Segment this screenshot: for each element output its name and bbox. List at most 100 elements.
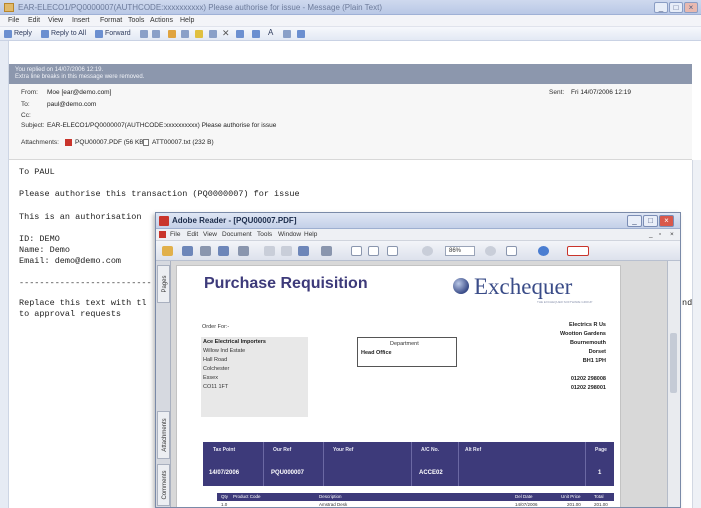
zoom-out-icon[interactable] [422,246,433,256]
reader-menu-tools[interactable]: Tools [257,231,272,238]
reply-all-button[interactable]: Reply to All [51,30,86,37]
address-line: Colchester [203,366,230,372]
reader-menu-help[interactable]: Help [304,231,317,238]
flag-icon[interactable] [168,30,176,38]
supplier-address: Electrics R Us Wootton Gardens Bournemou… [560,321,606,393]
reader-menu-window[interactable]: Window [278,231,301,238]
print-icon[interactable] [140,30,148,38]
hand-tool-icon[interactable] [264,246,275,256]
reader-minimize-button[interactable]: _ [627,215,642,227]
reply-icon [4,30,12,38]
from-label: From: [21,89,38,96]
doc-close-button[interactable]: × [670,231,674,238]
reader-menu-file[interactable]: File [170,231,180,238]
supplier-fax: 01202 298001 [570,385,606,391]
close-button[interactable]: × [684,2,698,13]
delete-icon[interactable]: ✕ [222,28,230,39]
message-header: From: Moe [ear@demo.com] Sent: Fri 14/07… [9,84,692,160]
actual-size-icon[interactable] [351,246,362,256]
menu-actions[interactable]: Actions [150,17,173,24]
forward-icon [95,30,103,38]
ref-divider [323,442,324,486]
supplier-line: Bournemouth [569,340,606,346]
attachment-txt[interactable]: ATT00007.txt (232 B) [152,139,214,146]
help-icon[interactable] [297,30,305,38]
navigation-pane: Pages Attachments Comments [156,261,171,507]
reader-scroll-thumb[interactable] [670,333,677,393]
save-icon[interactable] [152,30,160,38]
font-size-icon[interactable]: A [268,28,273,37]
ref-header-page: Page [595,447,607,453]
reader-maximize-button[interactable]: □ [643,215,658,227]
attachments-tab[interactable]: Attachments [157,411,170,459]
zoom-in-icon[interactable] [485,246,496,256]
document-title: Purchase Requisition [204,275,368,292]
zoom-level-field[interactable]: 86% [445,246,475,256]
menu-tools[interactable]: Tools [128,17,144,24]
attachment-pdf[interactable]: PQU00007.PDF (56 KB); [75,139,148,146]
to-label: To: [21,101,30,108]
logo-tagline: THE EXCHEQUER SOFTWARE GROUP [537,300,593,304]
minimize-button[interactable]: _ [654,2,668,13]
ref-divider [458,442,459,486]
move-icon[interactable] [209,30,217,38]
message-scrollbar[interactable] [692,160,701,508]
from-value[interactable]: Moe [ear@demo.com] [47,89,111,96]
menu-format[interactable]: Format [100,17,122,24]
item-qty: 1.0 [221,502,228,507]
body-request: Please authorise this transaction (PQ000… [19,189,300,199]
document-icon [159,231,166,238]
ref-page: 1 [598,470,602,476]
fit-width-icon[interactable] [387,246,398,256]
category-icon[interactable] [195,30,203,38]
fit-page-icon[interactable] [368,246,379,256]
maximize-button[interactable]: □ [669,2,683,13]
to-value[interactable]: paul@demo.com [47,101,96,108]
supplier-phone: 01202 298008 [570,376,606,382]
doc-restore-button[interactable]: ▫ [659,231,661,238]
info-bar[interactable]: You replied on 14/07/2006 12:19. Extra l… [9,64,692,84]
pages-tab[interactable]: Pages [157,265,170,303]
body-name: Name: Demo [19,245,71,255]
reader-menu-edit[interactable]: Edit [187,231,198,238]
yahoo-toolbar-icon[interactable] [567,246,589,256]
page-layout-icon[interactable] [506,246,517,256]
reader-close-button[interactable]: × [659,215,674,227]
supplier-line: BH1 1PH [582,358,606,364]
reply-all-icon [41,30,49,38]
address-book-icon[interactable] [283,30,291,38]
doc-minimize-button[interactable]: _ [649,231,653,238]
reply-button[interactable]: Reply [14,30,32,37]
item-del-date: 14/07/2006 [515,502,538,507]
menu-file[interactable]: File [8,17,19,24]
ref-header-tax-point: Tax Point [213,447,236,453]
menu-insert[interactable]: Insert [72,17,90,24]
comments-tab[interactable]: Comments [157,464,170,506]
item-total: 201.00 [594,502,608,507]
save-copy-icon[interactable] [182,246,193,256]
ref-our-ref: PQU000007 [271,470,305,476]
order-for-address: Ace Electrical Importers Willow Ind Esta… [201,337,308,417]
menu-view[interactable]: View [48,17,63,24]
filter-icon[interactable] [181,30,189,38]
table-row: 1.0 Amstrad Desk 14/07/2006 201.00 201.0… [217,501,614,507]
snapshot-icon[interactable] [298,246,309,256]
menu-edit[interactable]: Edit [28,17,40,24]
body-replace-1: Replace this text with tl [19,298,147,308]
forward-button[interactable]: Forward [105,30,131,37]
reader-menu-document[interactable]: Document [222,231,252,238]
zoom-icon[interactable] [321,246,332,256]
menu-help[interactable]: Help [180,17,194,24]
reader-menu-view[interactable]: View [203,231,217,238]
address-line: CO11 1FT [203,384,229,390]
ref-header-your-ref: Your Ref [333,447,354,453]
email-icon[interactable] [218,246,229,256]
select-tool-icon[interactable] [281,246,292,256]
help-icon[interactable] [538,246,549,256]
next-icon[interactable] [252,30,260,38]
search-icon[interactable] [238,246,249,256]
print-icon[interactable] [200,246,211,256]
adobe-reader-window[interactable]: Adobe Reader - [PQU00007.PDF] _ □ × File… [155,212,681,508]
open-icon[interactable] [162,246,173,256]
previous-icon[interactable] [236,30,244,38]
